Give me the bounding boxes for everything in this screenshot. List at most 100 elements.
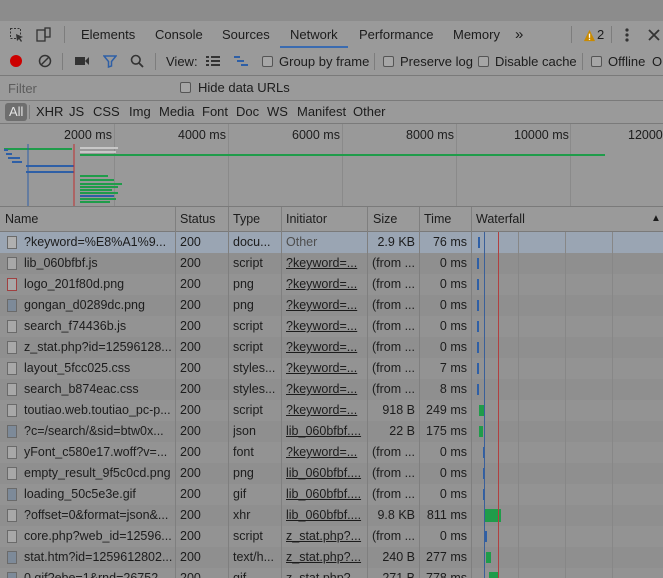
request-row[interactable]: stat.htm?id=1259612802... 200 text/h... z_s… [0, 547, 663, 568]
waterfall-bar[interactable] [478, 237, 480, 248]
waterfall-bar[interactable] [479, 426, 483, 437]
waterfall-bar[interactable] [486, 552, 491, 563]
waterfall-bar[interactable] [477, 384, 479, 395]
column-header-waterfall[interactable]: Waterfall [476, 207, 525, 231]
throttling-select-partial[interactable]: Or [652, 48, 663, 75]
tab-sources[interactable]: Sources [222, 21, 270, 48]
close-icon[interactable] [645, 26, 663, 44]
request-row[interactable]: layout_5fcc025.css 200 styles... ?keyword=.… [0, 358, 663, 379]
inspect-element-icon[interactable] [8, 26, 26, 44]
request-row[interactable]: ?offset=0&format=json&... 200 xhr lib_060bf… [0, 505, 663, 526]
request-initiator[interactable]: lib_060bfbf.... [286, 505, 364, 526]
disable-cache-label[interactable]: Disable cache [495, 48, 577, 75]
request-initiator[interactable]: ?keyword=... [286, 337, 364, 358]
waterfall-bar[interactable] [485, 531, 487, 542]
request-initiator[interactable]: ?keyword=... [286, 274, 364, 295]
request-initiator[interactable]: ?keyword=... [286, 442, 364, 463]
request-initiator[interactable]: ?keyword=... [286, 295, 364, 316]
filter-input[interactable] [4, 79, 172, 97]
column-header-type[interactable]: Type [233, 207, 260, 231]
group-by-frame-label[interactable]: Group by frame [279, 48, 369, 75]
request-initiator[interactable]: lib_060bfbf.... [286, 421, 364, 442]
tab-network[interactable]: Network [280, 21, 348, 48]
waterfall-bar[interactable] [477, 258, 479, 269]
column-header-size[interactable]: Size [373, 207, 397, 231]
column-divider[interactable] [228, 207, 229, 578]
waterfall-bar[interactable] [477, 279, 479, 290]
type-filter-css[interactable]: CSS [93, 101, 120, 123]
group-by-frame-checkbox[interactable] [262, 56, 273, 67]
hide-data-urls-checkbox[interactable] [180, 82, 191, 93]
request-initiator[interactable]: z_stat.php?... [286, 526, 364, 547]
waterfall-bar[interactable] [477, 321, 479, 332]
type-filter-font[interactable]: Font [202, 101, 228, 123]
column-divider[interactable] [175, 207, 176, 578]
type-filter-media[interactable]: Media [159, 101, 194, 123]
request-row[interactable]: search_f74436b.js 200 script ?keyword=... (f… [0, 316, 663, 337]
hide-data-urls-label[interactable]: Hide data URLs [198, 76, 290, 100]
search-icon[interactable] [128, 52, 146, 70]
record-icon[interactable] [7, 52, 25, 70]
request-initiator[interactable]: z_stat.php?... [286, 568, 364, 578]
column-divider[interactable] [367, 207, 368, 578]
request-row[interactable]: toutiao.web.toutiao_pc-p... 200 script ?key… [0, 400, 663, 421]
column-header-time[interactable]: Time [424, 207, 451, 231]
type-filter-doc[interactable]: Doc [236, 101, 259, 123]
warning-count[interactable]: 2 [597, 21, 604, 48]
tab-performance[interactable]: Performance [359, 21, 433, 48]
waterfall-overview-icon[interactable] [232, 52, 250, 70]
column-divider[interactable] [281, 207, 282, 578]
request-row[interactable]: yFont_c580e17.woff?v=... 200 font ?keyword=… [0, 442, 663, 463]
column-header-name[interactable]: Name [5, 207, 38, 231]
type-filter-js[interactable]: JS [69, 101, 84, 123]
waterfall-bar[interactable] [477, 363, 479, 374]
request-row[interactable]: 0.gif?ebe=1&rnd=26752... 200 gif z_stat.php… [0, 568, 663, 578]
device-toolbar-icon[interactable] [34, 26, 52, 44]
preserve-log-label[interactable]: Preserve log [400, 48, 473, 75]
waterfall-bar[interactable] [477, 342, 479, 353]
large-rows-list-icon[interactable] [204, 52, 222, 70]
request-initiator[interactable]: ?keyword=... [286, 358, 364, 379]
type-filter-img[interactable]: Img [129, 101, 151, 123]
clear-icon[interactable] [36, 52, 54, 70]
column-header-status[interactable]: Status [180, 207, 215, 231]
request-row[interactable]: logo_201f80d.png 200 png ?keyword=... (from … [0, 274, 663, 295]
tab-memory[interactable]: Memory [453, 21, 500, 48]
request-row[interactable]: empty_result_9f5c0cd.png 200 png lib_060bfb… [0, 463, 663, 484]
disable-cache-checkbox[interactable] [478, 56, 489, 67]
type-filter-other[interactable]: Other [353, 101, 386, 123]
request-row[interactable]: search_b874eac.css 200 styles... ?keyword=.… [0, 379, 663, 400]
request-row[interactable]: gongan_d0289dc.png 200 png ?keyword=... (fro… [0, 295, 663, 316]
request-initiator[interactable]: ?keyword=... [286, 316, 364, 337]
request-initiator[interactable]: ?keyword=... [286, 379, 364, 400]
request-row[interactable]: ?keyword=%E8%A1%9... 200 docu... Other 2.9 K… [0, 232, 663, 253]
request-initiator[interactable]: z_stat.php?... [286, 547, 364, 568]
preserve-log-checkbox[interactable] [383, 56, 394, 67]
request-row[interactable]: core.php?web_id=12596... 200 script z_stat.… [0, 526, 663, 547]
request-initiator[interactable]: lib_060bfbf.... [286, 463, 364, 484]
type-filter-manifest[interactable]: Manifest [297, 101, 346, 123]
column-divider[interactable] [419, 207, 420, 578]
type-filter-all[interactable]: All [5, 103, 28, 121]
request-initiator[interactable]: lib_060bfbf.... [286, 484, 364, 505]
request-row[interactable]: loading_50c5e3e.gif 200 gif lib_060bfbf....… [0, 484, 663, 505]
offline-label[interactable]: Offline [608, 48, 645, 75]
type-filter-ws[interactable]: WS [267, 101, 288, 123]
more-tabs-button[interactable]: » [515, 21, 523, 48]
kebab-menu-icon[interactable] [618, 26, 636, 44]
warning-triangle-icon[interactable] [580, 26, 598, 44]
column-header-initiator[interactable]: Initiator [286, 207, 327, 231]
filter-funnel-icon[interactable] [101, 52, 119, 70]
request-initiator[interactable]: ?keyword=... [286, 400, 364, 421]
waterfall-bar[interactable] [477, 300, 479, 311]
tab-console[interactable]: Console [155, 21, 203, 48]
sort-ascending-icon[interactable]: ▲ [651, 207, 661, 231]
network-overview[interactable]: 2000 ms 4000 ms 6000 ms 8000 ms 10000 ms… [0, 124, 663, 207]
request-row[interactable]: lib_060bfbf.js 200 script ?keyword=... (from… [0, 253, 663, 274]
offline-checkbox[interactable] [591, 56, 602, 67]
type-filter-xhr[interactable]: XHR [36, 101, 63, 123]
column-divider[interactable] [471, 207, 472, 578]
tab-elements[interactable]: Elements [81, 21, 135, 48]
request-row[interactable]: ?c=/search/&sid=btw0x... 200 json lib_060bf… [0, 421, 663, 442]
request-initiator[interactable]: ?keyword=... [286, 253, 364, 274]
